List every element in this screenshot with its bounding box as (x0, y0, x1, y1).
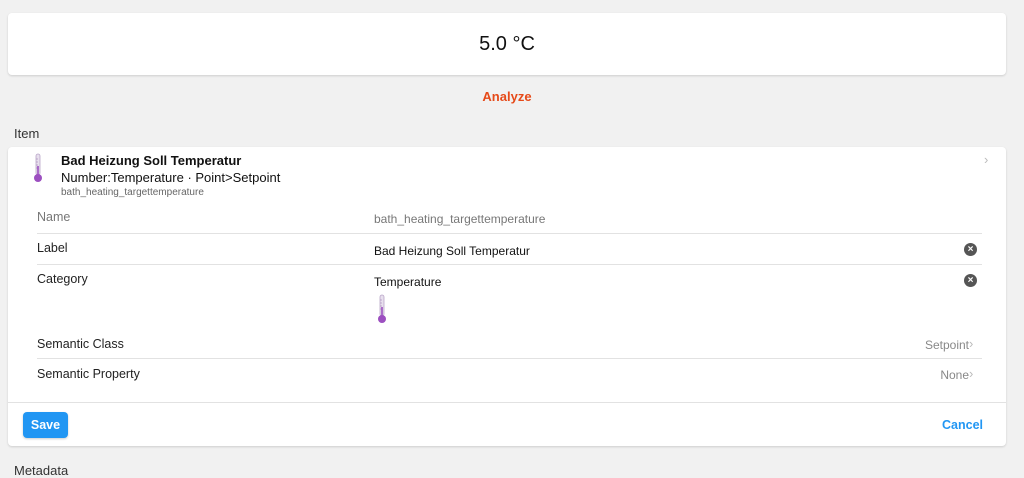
category-row[interactable]: Category Temperature × (37, 272, 982, 330)
item-card: Bad Heizung Soll Temperatur Number:Tempe… (8, 147, 1006, 446)
label-field-input[interactable]: Bad Heizung Soll Temperatur (374, 244, 530, 258)
chevron-right-icon: › (969, 366, 974, 381)
category-field-input[interactable]: Temperature (374, 275, 441, 289)
item-section-title: Item (14, 126, 40, 141)
thermometer-icon (34, 153, 42, 182)
clear-category-icon[interactable]: × (964, 274, 977, 287)
analyze-link[interactable]: Analyze (0, 89, 1014, 104)
item-subtitle: Number:Temperature · Point>Setpoint (61, 170, 281, 185)
name-row: Name bath_heating_targettemperature (37, 210, 982, 232)
item-header[interactable]: Bad Heizung Soll Temperatur Number:Tempe… (8, 147, 1006, 203)
semantic-class-row[interactable]: Semantic Class Setpoint › (37, 336, 982, 357)
category-field-label: Category (37, 272, 88, 286)
divider (37, 233, 982, 234)
save-button[interactable]: Save (23, 412, 68, 438)
item-title: Bad Heizung Soll Temperatur (61, 153, 242, 168)
divider (37, 358, 982, 359)
name-label: Name (37, 210, 71, 224)
semantic-property-label: Semantic Property (37, 367, 140, 381)
label-row[interactable]: Label Bad Heizung Soll Temperatur × (37, 241, 982, 263)
semantic-class-value: Setpoint (924, 338, 969, 352)
name-value: bath_heating_targettemperature (374, 212, 546, 226)
semantic-class-label: Semantic Class (37, 337, 124, 351)
clear-label-icon[interactable]: × (964, 243, 977, 256)
label-field-label: Label (37, 241, 68, 255)
semantic-property-value: None (940, 368, 969, 382)
divider (8, 402, 1006, 403)
state-value: 5.0 °C (479, 32, 535, 55)
state-card: 5.0 °C (8, 13, 1006, 75)
chevron-right-icon: › (969, 336, 974, 351)
cancel-button[interactable]: Cancel (942, 418, 983, 432)
divider (37, 264, 982, 265)
thermometer-icon (378, 294, 386, 323)
item-name-footer: bath_heating_targettemperature (61, 187, 204, 198)
chevron-right-icon: › (984, 152, 989, 167)
semantic-property-row[interactable]: Semantic Property None › (37, 366, 982, 387)
